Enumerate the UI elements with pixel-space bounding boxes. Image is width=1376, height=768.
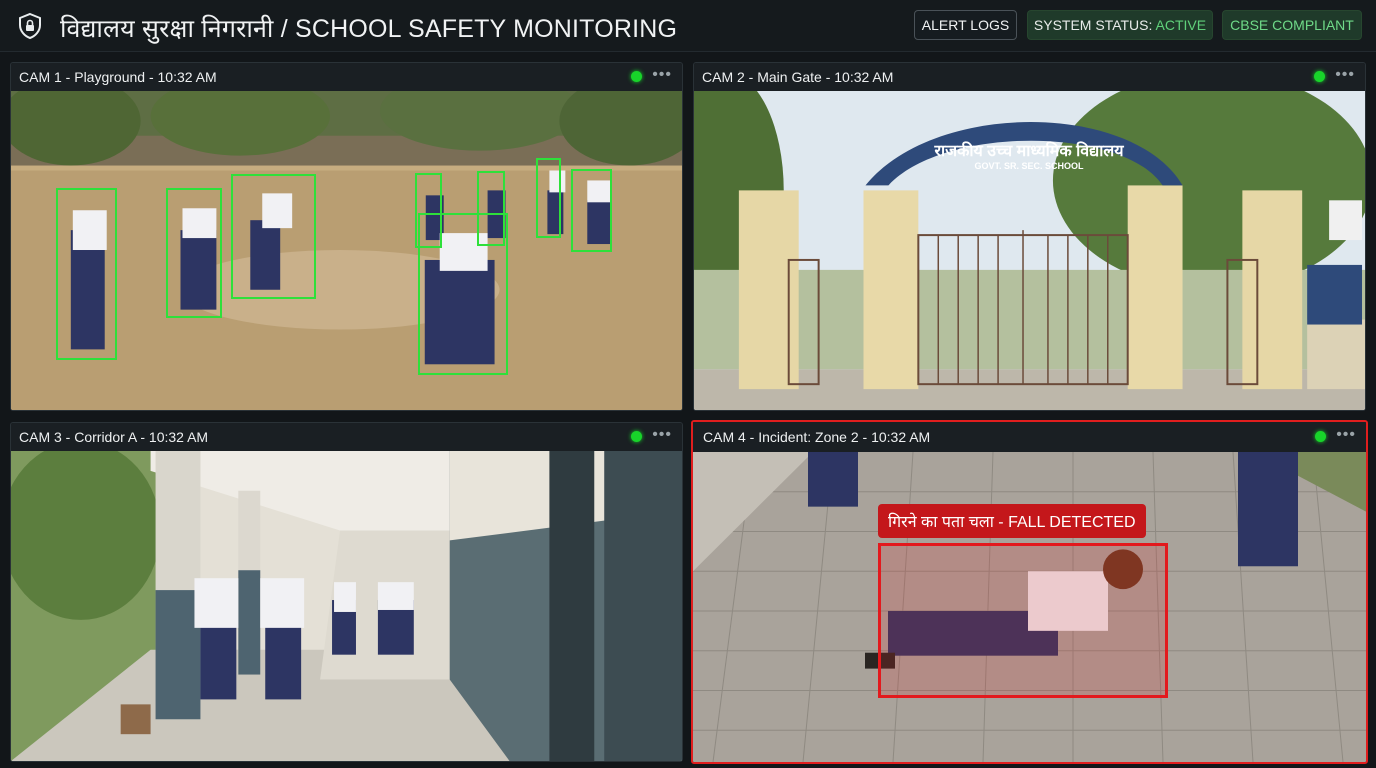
system-status-badge: SYSTEM STATUS: ACTIVE [1027,10,1213,40]
more-horizontal-icon[interactable]: ••• [652,426,672,444]
live-status-indicator [1314,71,1325,82]
more-horizontal-icon[interactable]: ••• [1336,426,1356,444]
camera-feed-playground[interactable] [11,91,682,410]
live-status-indicator [631,431,642,442]
top-bar: विद्यालय सुरक्षा निगरानी / SCHOOL SAFETY… [0,0,1376,52]
alert-logs-button[interactable]: ALERT LOGS [914,10,1017,40]
detection-box [571,169,612,252]
camera-panel-2[interactable]: CAM 2 - Main Gate - 10:32 AM ••• राजकीय … [693,62,1366,411]
camera-feed-incident[interactable]: गिरने का पता चला - FALL DETECTED [693,452,1366,762]
system-status-label: SYSTEM STATUS: [1033,17,1156,33]
live-status-indicator [631,71,642,82]
detection-box [56,188,117,360]
camera-panel-3[interactable]: CAM 3 - Corridor A - 10:32 AM ••• [10,422,683,762]
system-status-value: ACTIVE [1155,17,1207,33]
app-title: विद्यालय सुरक्षा निगरानी / SCHOOL SAFETY… [60,15,678,43]
camera-feed-corridor[interactable] [11,451,682,761]
camera-title: CAM 4 - Incident: Zone 2 - 10:32 AM [703,429,931,445]
compliance-badge: CBSE COMPLIANT [1222,10,1362,40]
incident-detection-box [878,543,1168,698]
camera-header: CAM 4 - Incident: Zone 2 - 10:32 AM ••• [693,422,1366,450]
camera-panel-1[interactable]: CAM 1 - Playground - 10:32 AM ••• [10,62,683,411]
detection-box [418,213,508,375]
gate-sign-hindi: राजकीय उच्च माध्यमिक विद्यालय [934,143,1124,160]
detection-box [231,174,316,299]
camera-title: CAM 2 - Main Gate - 10:32 AM [702,69,894,85]
camera-panel-4-incident[interactable]: CAM 4 - Incident: Zone 2 - 10:32 AM ••• [691,420,1368,764]
camera-title: CAM 1 - Playground - 10:32 AM [19,69,217,85]
camera-header: CAM 2 - Main Gate - 10:32 AM ••• [694,63,1365,91]
gate-sign-english: GOVT. SR. SEC. SCHOOL [974,161,1084,171]
shield-lock-icon [19,12,41,40]
detection-box [166,188,222,318]
camera-feed-main-gate[interactable]: राजकीय उच्च माध्यमिक विद्यालय GOVT. SR. … [694,91,1365,410]
more-horizontal-icon[interactable]: ••• [1335,66,1355,84]
camera-title: CAM 3 - Corridor A - 10:32 AM [19,429,209,445]
live-status-indicator [1315,431,1326,442]
camera-header: CAM 1 - Playground - 10:32 AM ••• [11,63,682,91]
detection-box [536,158,561,238]
camera-header: CAM 3 - Corridor A - 10:32 AM ••• [11,423,682,451]
more-horizontal-icon[interactable]: ••• [652,66,672,84]
fall-detected-alert-label: गिरने का पता चला - FALL DETECTED [878,504,1146,538]
